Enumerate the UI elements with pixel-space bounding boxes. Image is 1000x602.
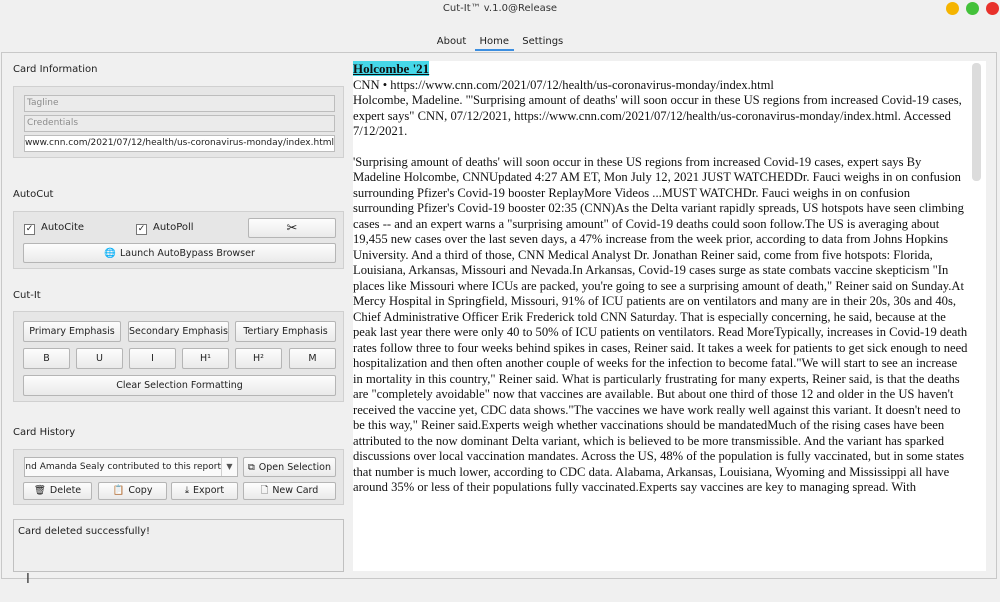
open-selection-label: Open Selection xyxy=(258,462,331,473)
close-button[interactable] xyxy=(986,2,999,15)
card-document[interactable]: Holcombe '21 CNN • https://www.cnn.com/2… xyxy=(353,61,986,571)
trash-icon: 🗑 xyxy=(33,485,46,496)
autopoll-checkbox[interactable]: ✓ AutoPoll xyxy=(136,221,194,235)
new-file-icon: 🗋 xyxy=(260,485,269,496)
autocite-label: AutoCite xyxy=(41,222,85,233)
autocut-group: ✓ AutoCite ✓ AutoPoll ✂ 🌐 Launch AutoBypass… xyxy=(13,211,344,269)
window-titlebar: Cut-It™ v.1.0@Release xyxy=(0,0,1000,22)
new-card-button[interactable]: 🗋 New Card xyxy=(243,482,336,500)
autocut-label: AutoCut xyxy=(13,189,54,200)
credentials-field[interactable]: Credentials xyxy=(24,115,335,132)
globe-icon: 🌐 xyxy=(104,248,116,259)
source-line: CNN • https://www.cnn.com/2021/07/12/hea… xyxy=(353,77,774,92)
clipboard-icon: 📋 xyxy=(112,485,125,496)
download-icon: ⤓ xyxy=(184,485,190,496)
tab-home[interactable]: Home xyxy=(474,34,515,51)
cut-button[interactable]: ✂ xyxy=(248,218,336,238)
open-external-icon: ⧉ xyxy=(248,462,255,473)
italic-button[interactable]: I xyxy=(129,348,176,369)
scissors-icon: ✂ xyxy=(286,221,298,236)
primary-emphasis-button[interactable]: Primary Emphasis xyxy=(23,321,121,342)
clear-formatting-button[interactable]: Clear Selection Formatting xyxy=(23,375,336,396)
autopoll-label: AutoPoll xyxy=(153,222,194,233)
chevron-down-icon: ▼ xyxy=(221,458,237,476)
status-message: Card deleted successfully! xyxy=(18,526,151,537)
heading2-button[interactable]: H² xyxy=(235,348,282,369)
delete-button[interactable]: 🗑 Delete xyxy=(23,482,92,500)
card-history-group: Charles Jones and Amanda Sealy contribut… xyxy=(13,449,344,505)
text-cursor-icon: I xyxy=(26,572,30,587)
bold-button[interactable]: B xyxy=(23,348,70,369)
cutit-group: Primary Emphasis Secondary Emphasis Tert… xyxy=(13,311,344,402)
minimize-button[interactable] xyxy=(946,2,959,15)
export-button[interactable]: ⤓ Export xyxy=(171,482,238,500)
tab-settings[interactable]: Settings xyxy=(517,34,568,49)
launch-autobypass-label: Launch AutoBypass Browser xyxy=(119,248,255,259)
check-icon: ✓ xyxy=(136,224,147,235)
card-history-label: Card History xyxy=(13,427,76,438)
open-selection-button[interactable]: ⧉ Open Selection xyxy=(243,457,336,477)
delete-label: Delete xyxy=(49,485,82,496)
copy-button[interactable]: 📋 Copy xyxy=(98,482,167,500)
autocite-checkbox[interactable]: ✓ AutoCite xyxy=(24,221,84,235)
card-information-label: Card Information xyxy=(13,64,98,75)
new-card-label: New Card xyxy=(272,485,319,496)
check-icon: ✓ xyxy=(24,224,35,235)
nav-tabs: About Home Settings xyxy=(0,34,1000,51)
card-body: 'Surprising amount of deaths' will soon … xyxy=(353,154,968,495)
tertiary-emphasis-button[interactable]: Tertiary Emphasis xyxy=(235,321,336,342)
history-select[interactable]: Charles Jones and Amanda Sealy contribut… xyxy=(24,457,238,477)
export-label: Export xyxy=(193,485,225,496)
url-field[interactable]: www.cnn.com/2021/07/12/health/us-coronav… xyxy=(24,135,335,152)
document-scrollbar[interactable] xyxy=(972,63,981,181)
tab-about[interactable]: About xyxy=(432,34,472,49)
copy-label: Copy xyxy=(128,485,153,496)
citation: Holcombe, Madeline. "'Surprising amount … xyxy=(353,93,962,138)
tagline-field[interactable]: Tagline xyxy=(24,95,335,112)
secondary-emphasis-button[interactable]: Secondary Emphasis xyxy=(128,321,229,342)
heading1-button[interactable]: H¹ xyxy=(182,348,229,369)
mark-button[interactable]: M xyxy=(289,348,336,369)
launch-autobypass-button[interactable]: 🌐 Launch AutoBypass Browser xyxy=(23,243,336,263)
card-information-group: Tagline Credentials www.cnn.com/2021/07/… xyxy=(13,86,344,158)
cutit-label: Cut-It xyxy=(13,290,41,301)
window-title: Cut-It™ v.1.0@Release xyxy=(442,3,558,14)
history-select-value: Charles Jones and Amanda Sealy contribut… xyxy=(25,462,221,472)
underline-button[interactable]: U xyxy=(76,348,123,369)
card-tag: Holcombe '21 xyxy=(353,61,430,76)
maximize-button[interactable] xyxy=(966,2,979,15)
status-box: Card deleted successfully! xyxy=(13,519,344,572)
